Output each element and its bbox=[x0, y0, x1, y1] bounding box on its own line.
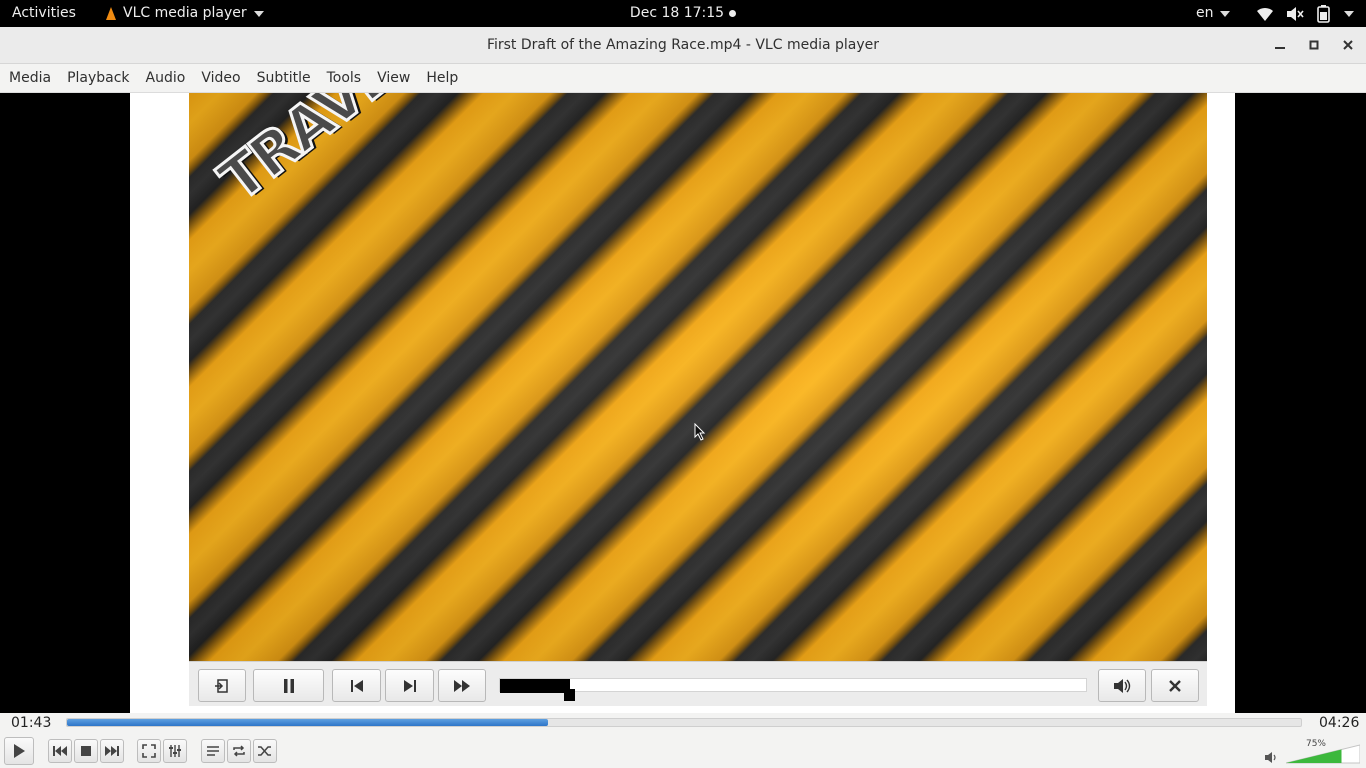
vlc-cone-icon bbox=[106, 6, 116, 20]
maximize-button[interactable] bbox=[1304, 35, 1324, 55]
language-selector[interactable]: en bbox=[1196, 0, 1230, 27]
pause-button[interactable] bbox=[253, 669, 324, 702]
fast-forward-button[interactable] bbox=[438, 669, 486, 702]
loop-icon bbox=[233, 745, 245, 757]
chevron-down-icon bbox=[1344, 10, 1354, 17]
skip-next-icon bbox=[403, 679, 416, 692]
wifi-icon bbox=[1256, 6, 1274, 22]
close-button[interactable] bbox=[1338, 35, 1358, 55]
chevron-down-icon bbox=[1219, 10, 1230, 17]
volume-icon[interactable] bbox=[1265, 752, 1277, 763]
clock-button[interactable]: Dec 18 17:15 bbox=[629, 5, 737, 21]
shuffle-button[interactable] bbox=[253, 739, 277, 763]
skip-previous-icon bbox=[53, 746, 67, 756]
video-frame[interactable]: TRAVEL bbox=[189, 93, 1207, 661]
playlist-button[interactable] bbox=[201, 739, 225, 763]
travel-logo-text: TRAVEL bbox=[206, 93, 436, 216]
equalizer-icon bbox=[169, 745, 181, 757]
embedded-seek-handle[interactable] bbox=[564, 689, 576, 701]
elapsed-time[interactable]: 01:43 bbox=[11, 715, 51, 731]
shuffle-icon bbox=[258, 746, 271, 756]
menu-audio[interactable]: Audio bbox=[138, 64, 194, 92]
play-icon bbox=[14, 744, 25, 758]
menu-playback[interactable]: Playback bbox=[59, 64, 137, 92]
stop-button[interactable] bbox=[74, 739, 98, 763]
language-label: en bbox=[1196, 5, 1214, 21]
stop-icon bbox=[81, 746, 91, 756]
play-button[interactable] bbox=[4, 737, 34, 765]
seek-progress-fill bbox=[67, 719, 549, 726]
unfullscreen-button[interactable] bbox=[198, 669, 246, 702]
control-bar: 75% bbox=[0, 735, 1366, 768]
vlc-window: First Draft of the Amazing Race.mp4 - VL… bbox=[0, 27, 1366, 768]
minimize-button[interactable] bbox=[1270, 35, 1290, 55]
video-area[interactable]: TRAVEL bbox=[0, 93, 1366, 714]
skip-previous-icon bbox=[350, 679, 363, 692]
app-menu[interactable]: VLC media player bbox=[106, 0, 264, 27]
pause-icon bbox=[283, 678, 294, 693]
seek-slider[interactable] bbox=[66, 718, 1302, 727]
notification-dot-icon bbox=[729, 9, 737, 17]
loop-button[interactable] bbox=[227, 739, 251, 763]
menu-view[interactable]: View bbox=[369, 64, 418, 92]
menu-bar: Media Playback Audio Video Subtitle Tool… bbox=[0, 64, 1366, 93]
exit-fullscreen-icon bbox=[215, 678, 228, 693]
fast-forward-icon bbox=[454, 679, 470, 692]
volume-percent-label: 75% bbox=[1305, 739, 1326, 749]
activities-button[interactable]: Activities bbox=[12, 0, 76, 27]
clock-label: Dec 18 17:15 bbox=[629, 5, 725, 21]
seek-bar-row: 01:43 04:26 bbox=[0, 713, 1366, 735]
menu-media[interactable]: Media bbox=[1, 64, 59, 92]
next-button[interactable] bbox=[385, 669, 434, 702]
menu-help[interactable]: Help bbox=[418, 64, 466, 92]
menu-subtitle[interactable]: Subtitle bbox=[249, 64, 319, 92]
mouse-pointer-icon bbox=[694, 423, 706, 441]
chevron-down-icon bbox=[253, 10, 264, 17]
previous-button[interactable] bbox=[332, 669, 381, 702]
embedded-seek-slider[interactable] bbox=[499, 678, 1087, 701]
playlist-icon bbox=[207, 746, 219, 756]
battery-icon bbox=[1316, 4, 1332, 23]
app-menu-label: VLC media player bbox=[123, 5, 247, 21]
speaker-icon bbox=[1114, 678, 1131, 693]
menu-tools[interactable]: Tools bbox=[319, 64, 370, 92]
next-media-button[interactable] bbox=[100, 739, 124, 763]
maximize-icon bbox=[1309, 40, 1319, 50]
menu-video[interactable]: Video bbox=[193, 64, 248, 92]
title-bar[interactable]: First Draft of the Amazing Race.mp4 - VL… bbox=[0, 27, 1366, 64]
system-tray[interactable] bbox=[1256, 0, 1354, 27]
close-icon bbox=[1343, 40, 1353, 50]
extended-settings-button[interactable] bbox=[163, 739, 187, 763]
fullscreen-button[interactable] bbox=[137, 739, 161, 763]
close-controller-button[interactable] bbox=[1151, 669, 1199, 702]
fullscreen-icon bbox=[142, 744, 156, 758]
volume-slider[interactable]: 75% bbox=[1285, 739, 1361, 765]
close-icon bbox=[1169, 679, 1181, 692]
skip-next-icon bbox=[105, 746, 119, 756]
embedded-controller bbox=[189, 661, 1207, 706]
gnome-top-bar: Activities VLC media player Dec 18 17:15… bbox=[0, 0, 1366, 27]
window-title: First Draft of the Amazing Race.mp4 - VL… bbox=[486, 37, 880, 53]
minimize-icon bbox=[1275, 47, 1285, 49]
total-time[interactable]: 04:26 bbox=[1319, 715, 1359, 731]
embedded-seek-fill bbox=[500, 679, 571, 693]
previous-media-button[interactable] bbox=[48, 739, 72, 763]
mute-button[interactable] bbox=[1098, 669, 1146, 702]
volume-muted-icon bbox=[1286, 6, 1304, 22]
